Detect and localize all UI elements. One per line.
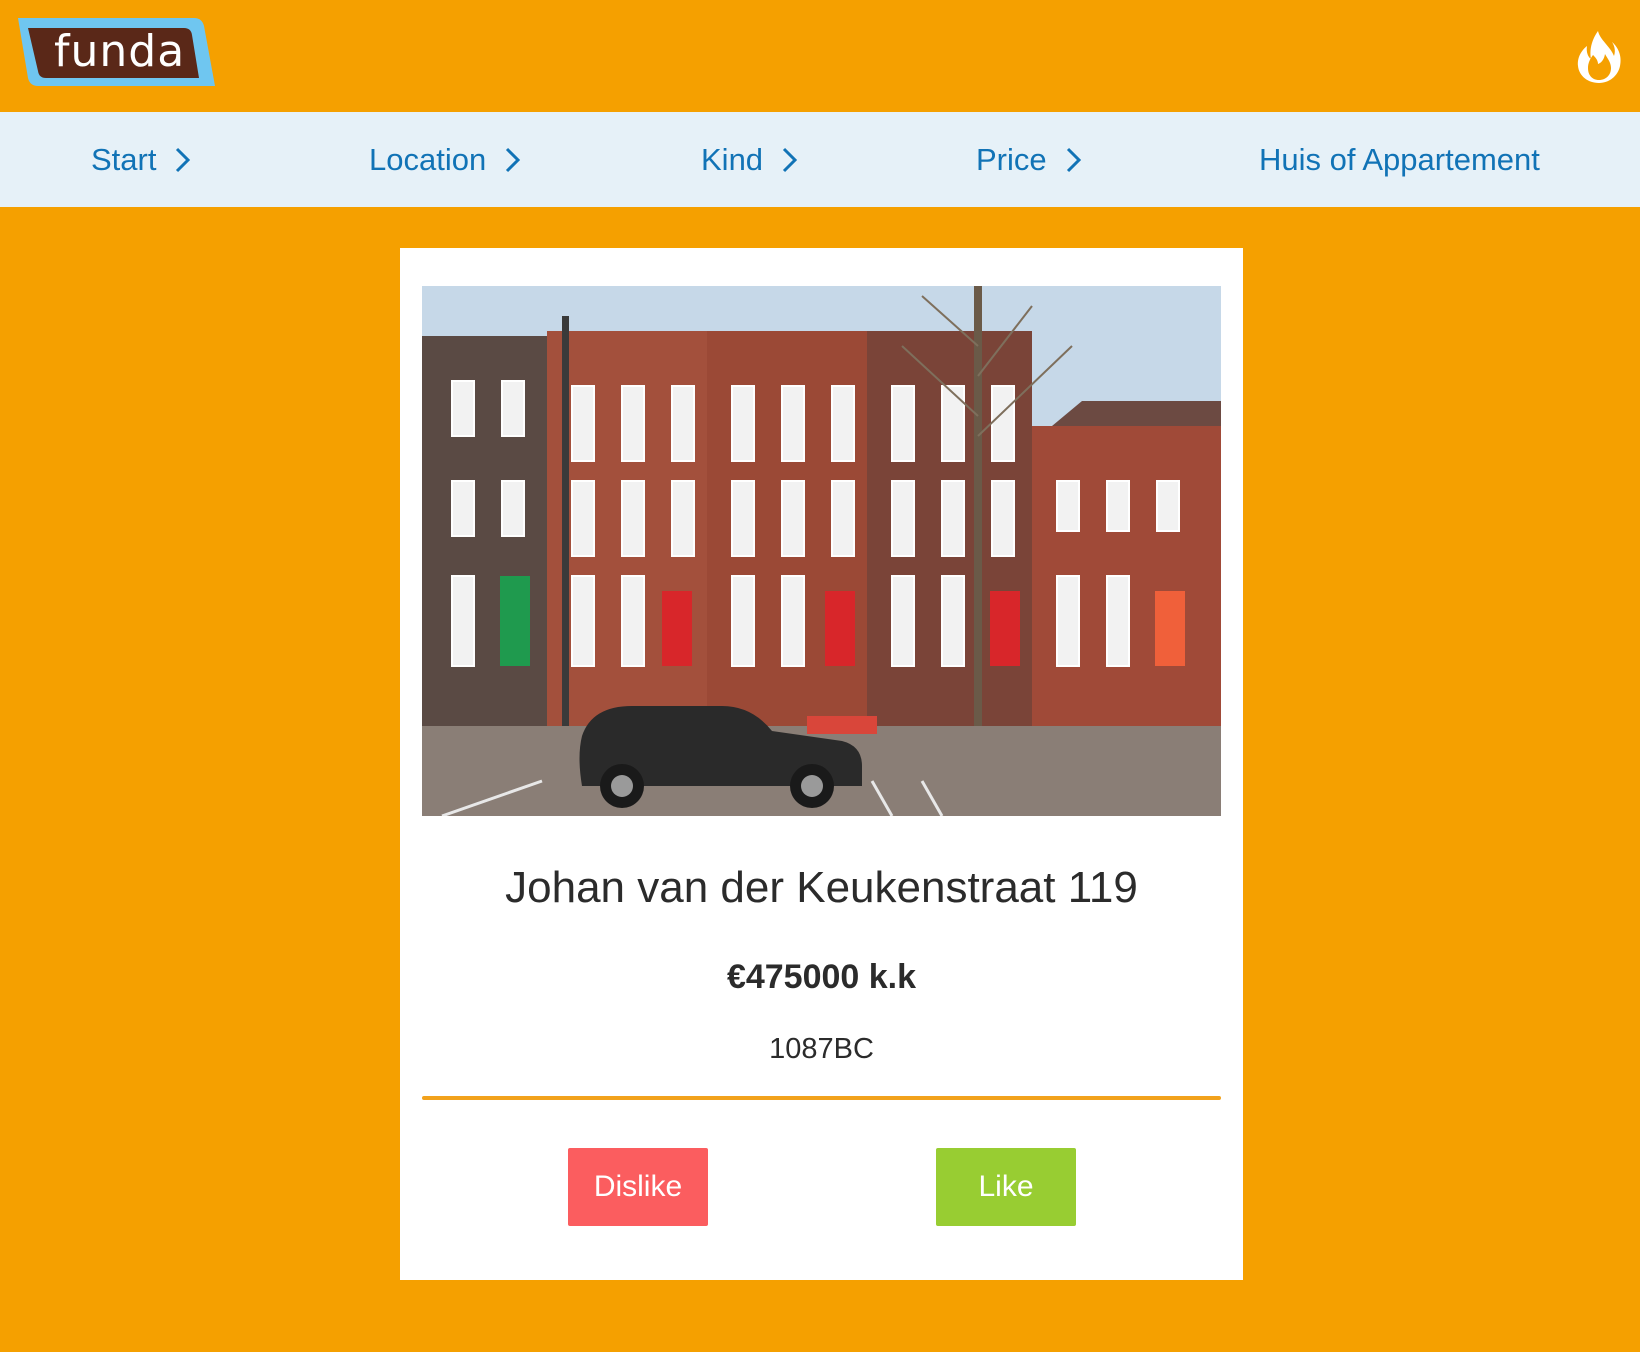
logo-text: funda [54, 26, 186, 77]
step-kind[interactable]: Kind [701, 112, 801, 207]
chevron-right-icon [506, 147, 521, 172]
house-photo-illustration [422, 286, 1221, 816]
step-price[interactable]: Price [976, 112, 1085, 207]
listing-price: €475000 k.k [726, 958, 917, 996]
steps-nav: Start Location Kind Price Huis of Appart… [0, 112, 1640, 207]
step-label: Huis of Appartement [1259, 141, 1540, 177]
step-label: Location [369, 141, 487, 177]
chevron-right-icon [1066, 147, 1081, 172]
chevron-right-icon [782, 147, 798, 172]
step-label: Price [976, 141, 1047, 177]
chevron-right-icon [176, 147, 191, 172]
header: funda [0, 0, 1640, 112]
card-divider [422, 1096, 1221, 1100]
step-house-type[interactable]: Huis of Appartement [1259, 112, 1540, 207]
step-label: Kind [701, 141, 764, 177]
flame-icon[interactable] [1576, 30, 1622, 84]
step-location[interactable]: Location [369, 112, 524, 207]
step-start[interactable]: Start [91, 112, 194, 207]
listing-photo [422, 286, 1221, 816]
listing-zipcode: 1087BC [769, 1033, 874, 1065]
listing-address: Johan van der Keukenstraat 119 [505, 863, 1138, 912]
page: funda Start Location Kind Price Huis of … [0, 0, 1640, 1356]
bottom-strip [0, 1352, 1640, 1356]
step-label: Start [91, 141, 157, 177]
funda-logo[interactable]: funda [16, 16, 216, 88]
dislike-button[interactable]: Dislike [568, 1148, 708, 1226]
like-button[interactable]: Like [936, 1148, 1076, 1226]
listing-card: Johan van der Keukenstraat 119 €475000 k… [400, 248, 1243, 1280]
